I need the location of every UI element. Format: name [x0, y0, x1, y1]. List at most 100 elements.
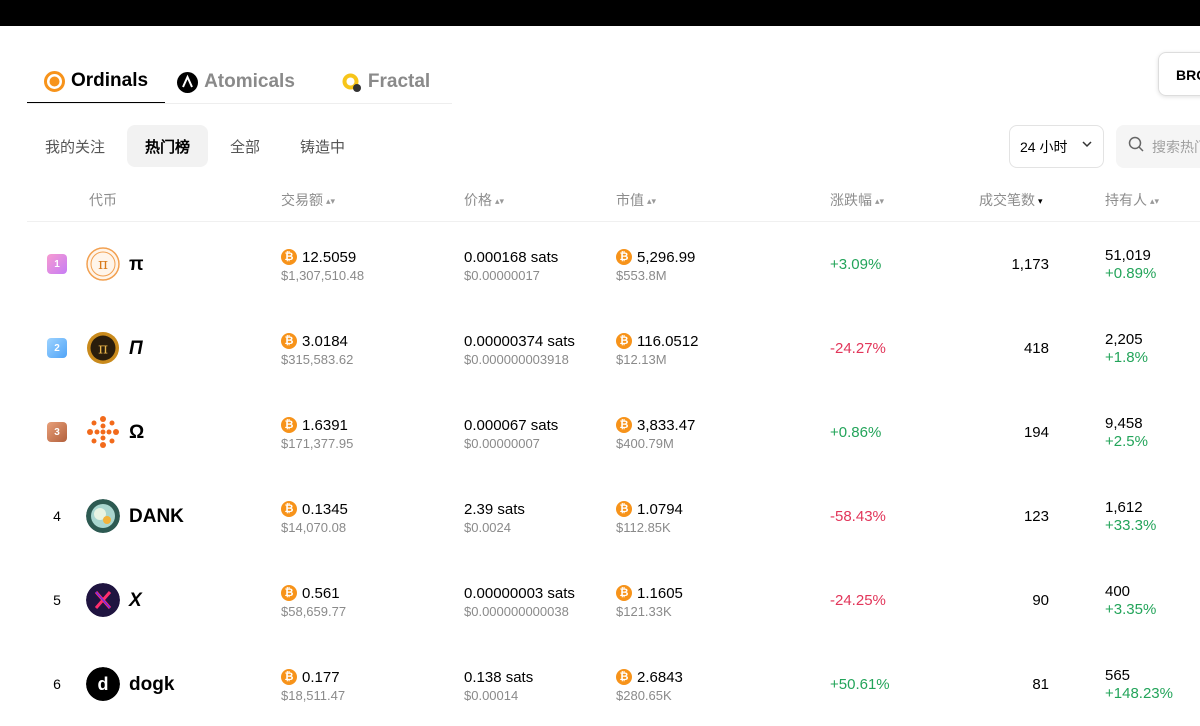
holders-count: 2,205: [1105, 331, 1143, 348]
volume-usd: $18,511.47: [281, 688, 346, 703]
dank-icon: [86, 499, 120, 533]
sort-icon: ▴▾: [1150, 195, 1160, 206]
change-value: -24.27%: [830, 340, 886, 357]
mcap-btc: 116.0512: [637, 332, 699, 350]
col-tx-count[interactable]: 成交笔数 ▾: [979, 190, 1043, 210]
table-row[interactable]: 1 π π ₿ 12.5059 $1,307,510.48 0.000168 sa…: [27, 222, 1200, 306]
svg-text:d: d: [98, 674, 109, 694]
token-name: Π: [129, 338, 143, 359]
holders-change: +3.35%: [1105, 601, 1157, 618]
price-usd: $0.0024: [464, 520, 511, 535]
subtab-following[interactable]: 我的关注: [27, 125, 123, 167]
subtab-hot[interactable]: 热门榜: [127, 125, 209, 167]
period-select[interactable]: 24 小时: [1009, 125, 1104, 168]
btc-icon: ₿: [616, 417, 632, 433]
table-header: 代币 交易额 ▴▾ 价格 ▴▾ 市值 ▴▾ 涨跌幅 ▴▾ 成交笔数 ▾ 持有人 ▴▾: [27, 178, 1200, 222]
table-row[interactable]: 3 Ω ₿ 1.6391 $171,377.95 0.000067 sats $0…: [27, 390, 1200, 474]
volume-cell: ₿ 0.1345 $14,070.08: [281, 499, 348, 535]
market-cap-cell: ₿ 5,296.99 $553.8M: [616, 247, 695, 283]
holders-count: 9,458: [1105, 415, 1143, 432]
change-value: +0.86%: [830, 424, 882, 441]
tabs-divider: [27, 103, 452, 104]
col-change[interactable]: 涨跌幅 ▴▾: [830, 190, 884, 210]
price-cell: 0.00000003 sats $0.000000000038: [464, 583, 575, 620]
tab-label: Fractal: [367, 71, 431, 92]
table-row[interactable]: 5 X ₿ 0.561 $58,659.77 0.00000003 sats $0…: [27, 558, 1200, 642]
pi-circle-icon: π: [86, 247, 120, 281]
change-value: +3.09%: [830, 256, 882, 273]
mcap-usd: $553.8M: [616, 268, 667, 283]
table-row[interactable]: 4 DANK ₿ 0.1345 $14,070.08 2.39 sats $0.0…: [27, 474, 1200, 558]
btc-icon: ₿: [281, 333, 297, 349]
tab-ordinals[interactable]: Ordinals: [27, 60, 166, 104]
mcap-btc: 5,296.99: [637, 248, 696, 266]
table-row[interactable]: 2 π Π ₿ 3.0184 $315,583.62 0.00000374 sat…: [27, 306, 1200, 390]
ordinals-icon: [44, 70, 65, 92]
btc-icon: ₿: [616, 585, 632, 601]
brc-button[interactable]: BRC: [1158, 52, 1200, 96]
tx-count: 194: [1023, 424, 1049, 441]
rank-number: 5: [53, 592, 61, 608]
sort-icon: ▴▾: [326, 195, 336, 206]
col-price[interactable]: 价格 ▴▾: [464, 190, 504, 210]
market-cap-cell: ₿ 2.6843 $280.65K: [616, 667, 683, 703]
col-volume[interactable]: 交易额 ▴▾: [281, 190, 335, 210]
holders-cell: 1,612 +33.3%: [1105, 499, 1156, 534]
market-cap-cell: ₿ 3,833.47 $400.79M: [616, 415, 695, 451]
tab-atomicals[interactable]: Atomicals: [165, 60, 309, 104]
btc-icon: ₿: [281, 585, 297, 601]
sort-desc-icon: ▾: [1038, 195, 1043, 206]
volume-usd: $58,659.77: [281, 604, 347, 619]
market-cap-cell: ₿ 1.1605 $121.33K: [616, 583, 683, 619]
btc-icon: ₿: [616, 501, 632, 517]
subtab-all[interactable]: 全部: [212, 125, 278, 167]
tx-count: 418: [1023, 340, 1049, 357]
btc-icon: ₿: [281, 669, 297, 685]
holders-change: +2.5%: [1105, 433, 1148, 450]
tab-fractal[interactable]: Fractal: [309, 60, 447, 104]
volume-btc: 1.6391: [302, 416, 348, 434]
mcap-usd: $12.13M: [616, 352, 667, 367]
volume-usd: $1,307,510.48: [281, 268, 365, 283]
mcap-btc: 1.0794: [637, 500, 683, 518]
holders-cell: 565 +148.23%: [1105, 667, 1173, 702]
change-value: -58.43%: [830, 508, 886, 525]
market-cap-cell: ₿ 116.0512 $12.13M: [616, 331, 698, 367]
ranking-subtabs: 我的关注 热门榜 全部 铸造中: [27, 125, 367, 167]
fractal-icon: [341, 72, 362, 93]
change-value: -24.25%: [830, 592, 886, 609]
search-box[interactable]: [1116, 125, 1200, 168]
col-market-cap[interactable]: 市值 ▴▾: [616, 190, 656, 210]
tx-count: 1,173: [1011, 256, 1049, 273]
subtab-minting[interactable]: 铸造中: [282, 125, 363, 167]
table-row[interactable]: 6 d dogk ₿ 0.177 $18,511.47 0.138 sats $0…: [27, 642, 1200, 726]
price-cell: 0.00000374 sats $0.000000003918: [464, 331, 575, 368]
price-sats: 0.000168 sats: [464, 248, 559, 266]
mcap-usd: $400.79M: [616, 436, 674, 451]
omega-dots-icon: [86, 415, 120, 449]
price-sats: 0.00000374 sats: [464, 332, 575, 350]
protocol-tabs: Ordinals Atomicals Fractal: [27, 60, 447, 104]
price-usd: $0.00000007: [464, 436, 540, 451]
volume-usd: $14,070.08: [281, 520, 347, 535]
volume-cell: ₿ 0.177 $18,511.47: [281, 667, 345, 703]
btc-icon: ₿: [281, 417, 297, 433]
volume-cell: ₿ 12.5059 $1,307,510.48: [281, 247, 364, 283]
price-usd: $0.000000000038: [464, 604, 569, 619]
search-icon: [1128, 136, 1144, 157]
holders-count: 565: [1105, 667, 1131, 684]
chevron-down-icon: [1081, 138, 1093, 153]
change-value: +50.61%: [830, 676, 890, 693]
rank-number: 4: [53, 508, 61, 524]
btc-icon: ₿: [281, 249, 297, 265]
volume-btc: 0.177: [302, 668, 340, 686]
btc-icon: ₿: [616, 249, 632, 265]
col-holders[interactable]: 持有人 ▴▾: [1105, 190, 1159, 210]
volume-btc: 0.1345: [302, 500, 348, 518]
holders-change: +1.8%: [1105, 349, 1148, 366]
volume-usd: $315,583.62: [281, 352, 354, 367]
holders-change: +33.3%: [1105, 517, 1157, 534]
price-usd: $0.00000017: [464, 268, 540, 283]
token-name: DANK: [129, 506, 184, 527]
search-input[interactable]: [1152, 138, 1200, 155]
